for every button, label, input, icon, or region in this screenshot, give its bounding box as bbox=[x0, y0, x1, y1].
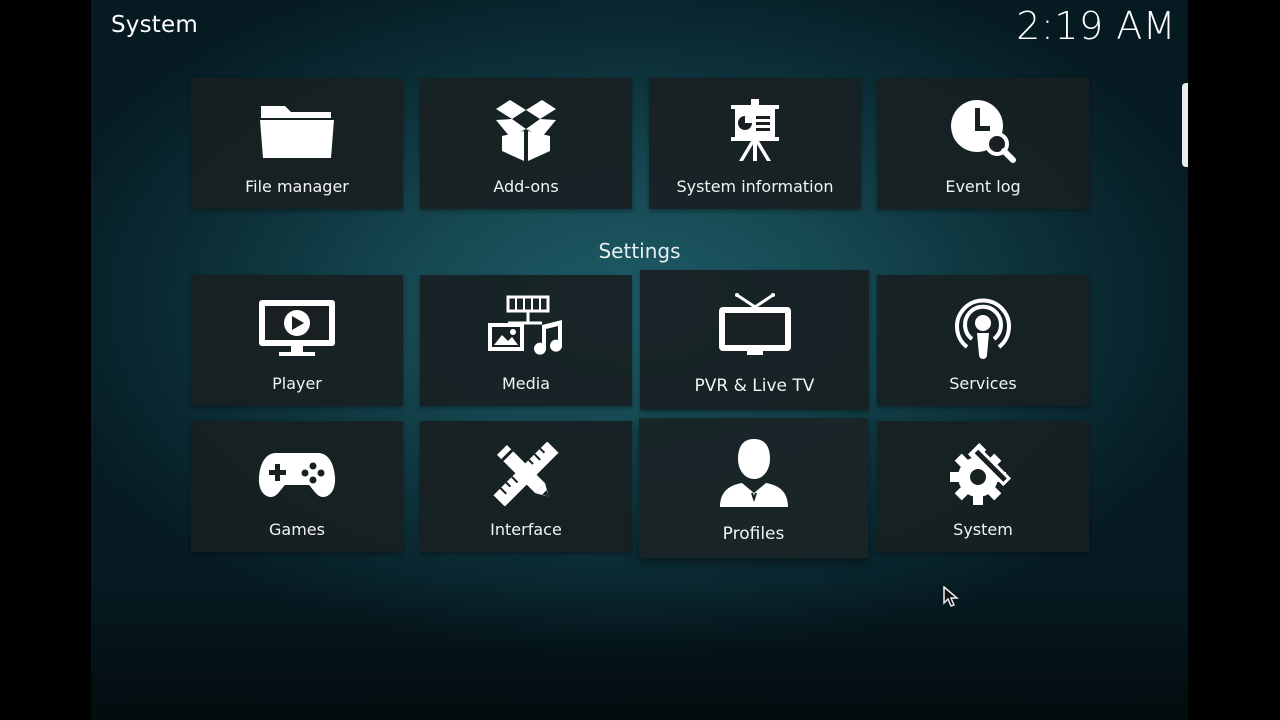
tile-system[interactable]: System bbox=[877, 421, 1089, 552]
tile-label: Add-ons bbox=[493, 177, 559, 196]
tile-label: Interface bbox=[490, 520, 562, 539]
tile-label: File manager bbox=[245, 177, 349, 196]
gear-wrench-icon bbox=[943, 441, 1023, 507]
gamepad-icon bbox=[257, 441, 337, 507]
addons-box-icon bbox=[486, 98, 566, 164]
tile-label: Event log bbox=[945, 177, 1021, 196]
tile-label: System bbox=[953, 520, 1013, 539]
media-collection-icon bbox=[486, 295, 566, 361]
tile-file-manager[interactable]: File manager bbox=[191, 78, 403, 209]
tile-services[interactable]: Services bbox=[877, 275, 1089, 406]
tile-games[interactable]: Games bbox=[191, 421, 403, 552]
window-title: System bbox=[111, 12, 198, 38]
tile-label: Media bbox=[501, 374, 551, 393]
pencil-ruler-icon bbox=[486, 441, 566, 507]
tile-player[interactable]: Player bbox=[191, 275, 403, 406]
user-profile-icon bbox=[714, 439, 794, 507]
tile-label: System information bbox=[676, 177, 834, 196]
side-scroll-indicator[interactable] bbox=[1182, 83, 1188, 167]
presentation-board-icon bbox=[715, 98, 795, 164]
mouse-pointer-icon bbox=[943, 585, 960, 612]
tile-interface[interactable]: Interface bbox=[420, 421, 632, 552]
tile-label: Profiles bbox=[722, 524, 785, 544]
tv-antenna-icon bbox=[715, 292, 795, 358]
tile-system-information[interactable]: System information bbox=[649, 78, 861, 209]
settings-section-title: Settings bbox=[598, 239, 681, 263]
monitor-play-icon bbox=[257, 295, 337, 361]
clock-search-icon bbox=[943, 98, 1023, 164]
broadcast-icon bbox=[943, 295, 1023, 361]
tile-label: Player bbox=[272, 374, 322, 393]
tile-label: PVR & Live TV bbox=[694, 376, 815, 396]
tile-label: Games bbox=[269, 520, 325, 539]
kodi-system-screen: System 2:19 AM File manager Add-ons Syst… bbox=[91, 0, 1188, 720]
tile-pvr-live-tv[interactable]: PVR & Live TV bbox=[640, 270, 869, 410]
tile-label: Services bbox=[949, 374, 1017, 393]
tile-add-ons[interactable]: Add-ons bbox=[420, 78, 632, 209]
tile-event-log[interactable]: Event log bbox=[877, 78, 1089, 209]
tile-profiles[interactable]: Profiles bbox=[639, 418, 868, 558]
tile-media[interactable]: Media bbox=[420, 275, 632, 406]
folder-icon bbox=[257, 98, 337, 164]
clock: 2:19 AM bbox=[1016, 4, 1176, 48]
